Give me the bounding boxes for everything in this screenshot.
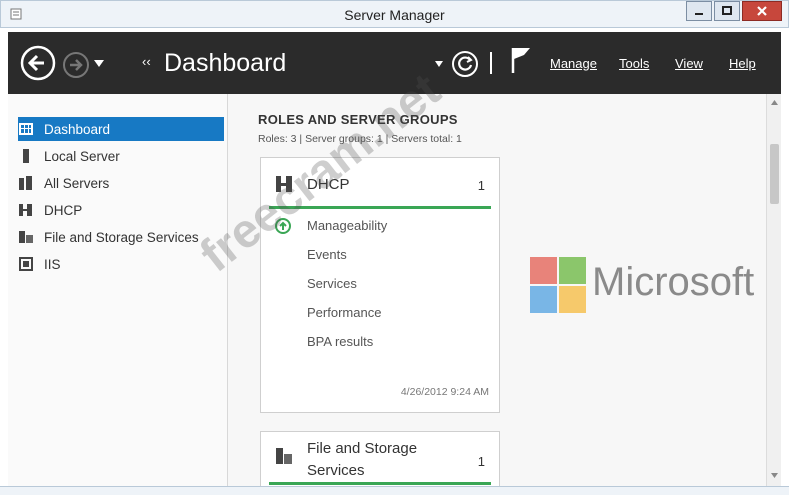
maximize-icon (722, 6, 732, 15)
maximize-button[interactable] (714, 1, 740, 21)
history-dropdown-icon[interactable] (94, 60, 104, 68)
sidebar-item-all-servers[interactable]: All Servers (18, 171, 224, 195)
sidebar-item-dhcp[interactable]: DHCP (18, 198, 224, 222)
card-link-events[interactable]: Events (307, 247, 347, 262)
sidebar-item-local-server[interactable]: Local Server (18, 144, 224, 168)
file-storage-icon (18, 229, 34, 245)
dashboard-icon (18, 121, 34, 137)
card-count: 1 (477, 454, 485, 469)
sidebar-item-label: Local Server (44, 148, 120, 164)
menu-manage[interactable]: Manage (550, 56, 597, 71)
sidebar-item-label: IIS (44, 256, 61, 272)
card-title-line1: File and Storage (307, 440, 418, 457)
sidebar-item-label: All Servers (44, 175, 110, 191)
minimize-button[interactable] (686, 1, 712, 21)
notifications-flag-icon[interactable] (510, 46, 532, 74)
card-timestamp: 4/26/2012 9:24 AM (400, 386, 489, 398)
server-icon (18, 148, 34, 164)
scrollbar-thumb[interactable] (770, 144, 779, 204)
window-title: Server Manager (344, 7, 445, 23)
close-icon (757, 6, 767, 16)
main-scrollbar[interactable] (766, 94, 781, 486)
menu-tools[interactable]: Tools (619, 56, 649, 71)
menu-view[interactable]: View (675, 56, 703, 71)
breadcrumb-title: Dashboard (164, 49, 287, 77)
card-title-line2: Services (307, 462, 365, 479)
sidebar-item-dashboard[interactable]: Dashboard (18, 117, 224, 141)
microsoft-logo-text: Microsoft (592, 260, 755, 304)
card-link-bpa-results[interactable]: BPA results (307, 334, 373, 349)
toolbar-separator (490, 52, 492, 74)
sidebar: Dashboard Local Server All Servers DHCP … (8, 94, 228, 486)
minimize-icon (695, 13, 703, 15)
sidebar-item-iis[interactable]: IIS (18, 252, 224, 276)
title-bar: Server Manager (0, 0, 789, 28)
card-status-bar (269, 482, 491, 485)
scroll-up-icon[interactable] (770, 98, 779, 107)
back-button-icon[interactable] (20, 45, 56, 81)
file-storage-role-card[interactable]: File and Storage Services 1 (260, 431, 500, 491)
card-link-performance[interactable]: Performance (307, 305, 381, 320)
card-link-services[interactable]: Services (307, 276, 357, 291)
window-bottom-border (0, 486, 789, 495)
microsoft-logo-icon (530, 257, 586, 313)
scroll-down-icon[interactable] (770, 471, 779, 480)
card-count: 1 (477, 178, 485, 193)
breadcrumb-arrows: ‹‹ (142, 54, 151, 69)
forward-button-icon[interactable] (62, 51, 90, 79)
file-storage-icon (276, 448, 292, 464)
refresh-icon[interactable] (451, 50, 479, 78)
iis-icon (18, 256, 34, 272)
sidebar-item-label: Dashboard (44, 121, 111, 137)
sidebar-item-label: File and Storage Services (44, 229, 199, 245)
dhcp-icon (18, 202, 34, 218)
close-button[interactable] (742, 1, 782, 21)
toolbar-dropdown-icon[interactable] (435, 61, 443, 67)
menu-help[interactable]: Help (729, 56, 756, 71)
sidebar-item-label: DHCP (44, 202, 83, 218)
servers-icon (18, 175, 34, 191)
card-link-manageability[interactable]: Manageability (307, 218, 387, 233)
